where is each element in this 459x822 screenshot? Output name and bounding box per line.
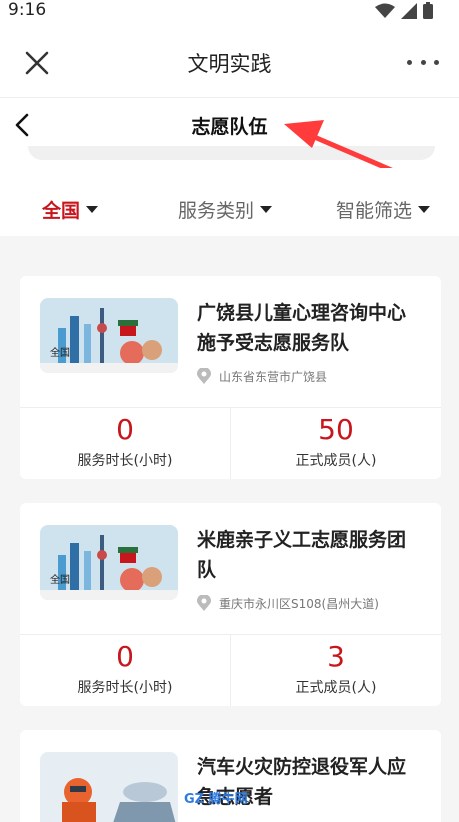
stat-label: 服务时长(小时) [77,680,173,696]
location-pin-icon [197,595,211,611]
annotation-arrow-icon [284,120,399,175]
team-location: 山东省东营市广饶县 [197,368,327,385]
more-icon[interactable] [407,52,439,72]
team-card[interactable]: 全国 米鹿亲子义工志愿服务团 队 重庆市永川区S108(昌州大道) 0 服务时长… [20,503,441,706]
team-name-line: 广饶县儿童心理咨询中心 [197,302,407,324]
team-location-text: 重庆市永川区S108(昌州大道) [219,597,379,611]
stat-label: 正式成员(人) [295,680,377,696]
team-stats: 0 服务时长(小时) 50 正式成员(人) [20,407,441,479]
team-thumbnail: 全国 [40,525,178,600]
stat-value: 3 [327,640,345,673]
filter-smart-label: 智能筛选 [336,200,413,222]
status-bar: 9:16 [0,0,459,26]
team-name: 广饶县儿童心理咨询中心 施予受志愿服务队 [197,298,427,358]
stat-value: 50 [318,413,354,446]
filter-bar: 全国 服务类别 智能筛选 [0,168,459,236]
team-name-line: 队 [197,559,217,581]
team-stats: 0 服务时长(小时) 3 正式成员(人) [20,634,441,706]
team-card[interactable]: 全国 广饶县儿童心理咨询中心 施予受志愿服务队 山东省东营市广饶县 0 服务时长… [20,276,441,479]
team-name-line: 施予受志愿服务队 [197,332,350,354]
stat-members: 50 正式成员(人) [230,408,441,479]
status-time: 9:16 [8,0,47,20]
stat-value: 0 [116,413,134,446]
stat-label: 正式成员(人) [295,453,377,469]
team-name: 米鹿亲子义工志愿服务团 队 [197,525,427,585]
stat-service-hours: 0 服务时长(小时) [20,635,230,706]
filter-region-label: 全国 [42,200,81,222]
watermark: GZ 腾牛网 [184,792,248,807]
filter-region[interactable]: 全国 [42,196,99,223]
stat-service-hours: 0 服务时长(小时) [20,408,230,479]
wifi-icon [375,3,395,18]
filter-service-type[interactable]: 服务类别 [178,196,273,223]
dropdown-triangle-icon [86,206,99,213]
signal-icon [401,2,417,19]
app-bar: 文明实践 [0,26,459,98]
battery-icon [423,2,433,19]
thumb-text: 全国 [50,573,70,586]
stat-value: 0 [116,640,134,673]
thumb-text: 全国 [50,346,70,359]
team-card[interactable]: 汽车火灾防控退役军人应 急志愿者 [20,730,441,822]
team-name-line: 米鹿亲子义工志愿服务团 [197,529,407,551]
app-title: 文明实践 [187,52,272,76]
team-thumbnail [40,752,178,822]
stat-members: 3 正式成员(人) [230,635,441,706]
team-location: 重庆市永川区S108(昌州大道) [197,595,379,612]
team-thumbnail: 全国 [40,298,178,373]
dropdown-triangle-icon [418,206,431,213]
location-pin-icon [197,368,211,384]
team-location-text: 山东省东营市广饶县 [219,370,328,384]
stat-label: 服务时长(小时) [77,453,173,469]
status-icons [375,2,433,19]
filter-smart[interactable]: 智能筛选 [336,196,431,223]
dropdown-triangle-icon [260,206,273,213]
team-name-line: 汽车火灾防控退役军人应 [197,756,407,778]
filter-service-type-label: 服务类别 [178,200,255,222]
